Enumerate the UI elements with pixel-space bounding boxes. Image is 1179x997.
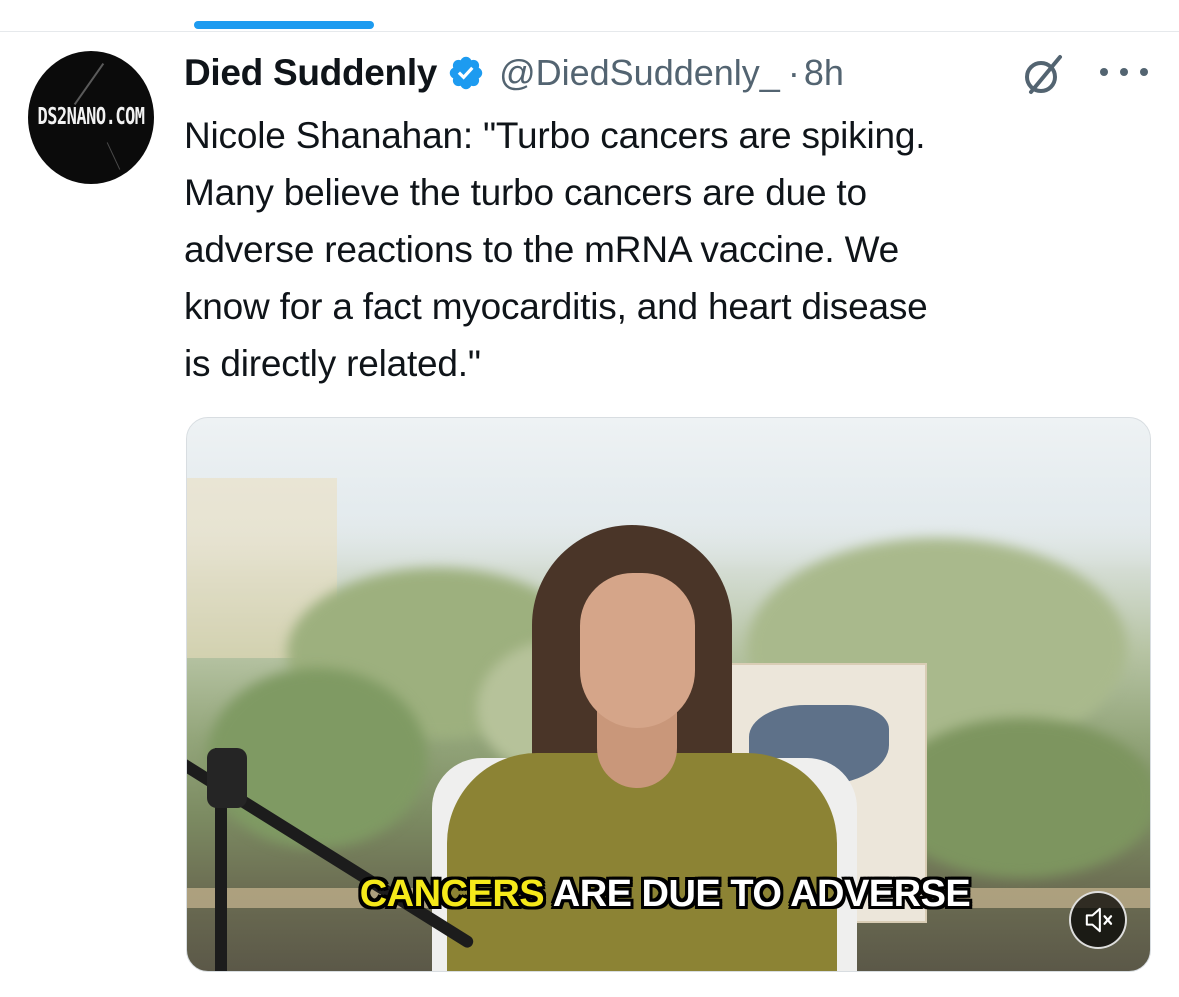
volume-muted-icon[interactable] [1069,891,1127,949]
tweet-line: Nicole Shanahan: "Turbo cancers are spik… [184,115,926,156]
tab-indicator [194,21,374,29]
avatar-scratch [106,142,121,170]
user-handle[interactable]: @DiedSuddenly_ [499,52,780,94]
verified-badge-icon[interactable] [447,54,485,92]
tweet-line: adverse reactions to the mRNA vaccine. W… [184,229,899,270]
avatar-logo-text: DS2NANO.COM [37,103,145,131]
tweet-header: Died Suddenly @DiedSuddenly_ · 8h [184,48,844,98]
video-player[interactable]: CANCERS ARE DUE TO ADVERSE [186,417,1151,972]
tweet-line: Many believe the turbo cancers are due t… [184,172,867,213]
display-name[interactable]: Died Suddenly [184,52,437,94]
caption-highlight: CANCERS [359,873,545,915]
video-person-face [580,573,695,728]
grok-icon[interactable] [1020,52,1066,98]
tweet-text: Nicole Shanahan: "Turbo cancers are spik… [184,107,1144,392]
avatar[interactable]: DS2NANO.COM [28,51,154,184]
more-options-icon[interactable] [1100,64,1148,80]
avatar-scratch [73,62,105,106]
video-caption: CANCERS ARE DUE TO ADVERSE [305,873,1025,916]
tweet-line: is directly related." [184,343,481,384]
caption-text: ARE DUE TO ADVERSE [544,873,971,915]
separator-dot: · [787,52,800,93]
top-divider [0,31,1179,32]
microphone-knob [207,748,247,808]
tweet-line: know for a fact myocarditis, and heart d… [184,286,928,327]
timestamp[interactable]: 8h [804,52,844,94]
